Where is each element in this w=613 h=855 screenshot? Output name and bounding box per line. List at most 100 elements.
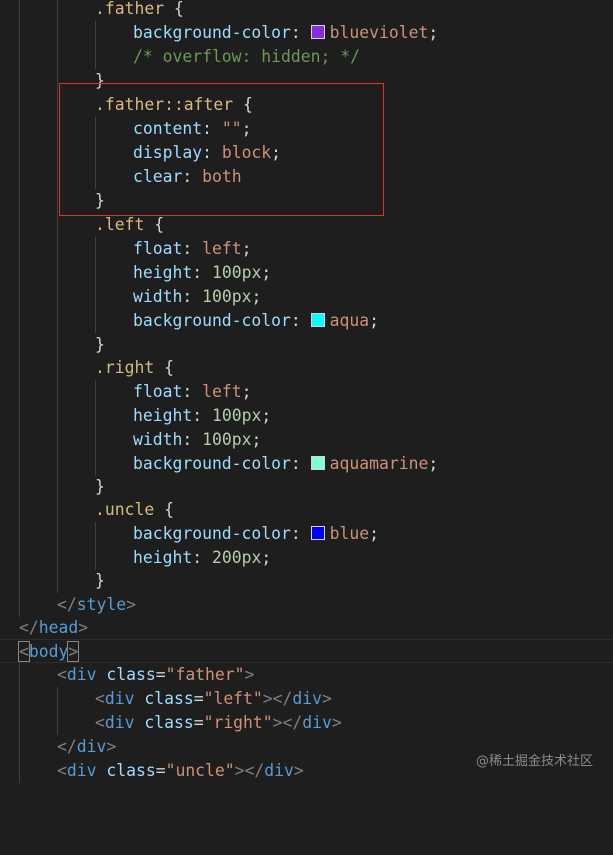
colon: : <box>182 430 203 449</box>
colon: : <box>192 406 212 425</box>
semicolon: ; <box>241 382 252 401</box>
code-line[interactable]: background-color: blue; <box>0 522 613 546</box>
code-line[interactable]: </head> <box>0 616 613 640</box>
code-editor[interactable]: .father { background-color: blueviolet; … <box>0 0 613 788</box>
code-line[interactable]: background-color: aqua; <box>0 309 613 333</box>
brace: { <box>144 215 165 234</box>
indent-guide <box>19 687 20 711</box>
code-line[interactable]: height: 100px; <box>0 404 613 428</box>
code-line[interactable]: .right { <box>0 356 613 380</box>
code-line[interactable]: /* overflow: hidden; */ <box>0 45 613 69</box>
code-line[interactable]: width: 100px; <box>0 285 613 309</box>
indent-guide <box>95 21 96 45</box>
indent-guide <box>19 165 20 189</box>
code-line[interactable]: } <box>0 333 613 357</box>
code-line[interactable]: <div class="right"></div> <box>0 711 613 735</box>
indent-guide <box>57 141 58 165</box>
indent-guide <box>19 759 20 783</box>
indent-guide <box>95 452 96 476</box>
css-value: blue <box>329 524 370 543</box>
indent-guide <box>19 117 20 141</box>
color-swatch-icon[interactable] <box>310 25 325 39</box>
color-swatch-icon[interactable] <box>310 526 325 540</box>
code-line[interactable]: background-color: aquamarine; <box>0 452 613 476</box>
color-swatch-icon[interactable] <box>310 456 325 470</box>
code-line[interactable]: .left { <box>0 213 613 237</box>
code-line[interactable]: width: 100px; <box>0 428 613 452</box>
color-swatch-icon[interactable] <box>310 313 325 327</box>
tag-bracket: </ <box>282 713 303 732</box>
indent-guide <box>19 735 20 759</box>
semicolon: ; <box>428 23 439 42</box>
code-line[interactable]: float: left; <box>0 380 613 404</box>
html-tag: body <box>28 642 69 661</box>
css-number: 100px <box>202 430 252 449</box>
indent-guide <box>57 404 58 428</box>
code-line[interactable]: .uncle { <box>0 498 613 522</box>
indent-guide <box>19 475 20 499</box>
indent-guide <box>95 522 96 546</box>
css-number: 100px <box>211 406 262 425</box>
css-value: left <box>202 382 242 401</box>
css-property: width <box>133 430 183 449</box>
semicolon: ; <box>369 524 379 543</box>
css-value: aqua <box>329 311 370 330</box>
indent-guide <box>19 285 20 309</box>
indent-guide <box>95 309 96 333</box>
indent-guide <box>95 546 96 570</box>
colon: : <box>290 23 311 42</box>
html-attribute: class <box>144 713 194 732</box>
tag-bracket: </ <box>244 761 265 780</box>
tag-bracket: > <box>126 595 136 614</box>
indent-guide <box>57 213 58 237</box>
indent-guide <box>19 711 20 735</box>
tag-bracket: > <box>331 713 342 732</box>
css-property: background-color <box>133 524 291 543</box>
tag-bracket: > <box>293 761 304 780</box>
indent-guide <box>57 93 58 117</box>
indent-guide <box>57 117 58 141</box>
tag-bracket: < <box>57 665 67 684</box>
brace: { <box>164 0 184 18</box>
css-property: height <box>133 406 193 425</box>
code-line[interactable]: background-color: blueviolet; <box>0 21 613 45</box>
indent-guide <box>57 428 58 452</box>
indent-guide <box>95 404 96 428</box>
css-property: width <box>133 287 183 306</box>
indent-guide <box>19 189 20 213</box>
code-line-current[interactable]: <body> <box>0 639 613 663</box>
css-property: background-color <box>133 23 291 42</box>
html-attribute: class <box>106 761 156 780</box>
code-line[interactable]: float: left; <box>0 237 613 261</box>
indent-guide <box>95 45 96 69</box>
brace: } <box>95 571 105 590</box>
code-line[interactable]: height: 200px; <box>0 546 613 570</box>
semicolon: ; <box>241 239 252 258</box>
indent-guide <box>57 189 58 213</box>
code-line[interactable]: <div class="left"></div> <box>0 687 613 711</box>
html-tag: div <box>66 665 97 684</box>
brace: { <box>154 500 174 519</box>
code-line[interactable]: <div class="father"> <box>0 663 613 687</box>
equals: = <box>193 713 204 732</box>
code-line[interactable]: } <box>0 569 613 593</box>
tag-bracket: < <box>95 713 105 732</box>
indent-guide <box>57 309 58 333</box>
css-selector: .uncle <box>95 500 155 519</box>
code-line[interactable]: height: 100px; <box>0 261 613 285</box>
code-line[interactable]: .father { <box>0 0 613 21</box>
tag-bracket: > <box>244 665 255 684</box>
semicolon: ; <box>428 454 439 473</box>
html-tag: div <box>66 761 97 780</box>
indent-guide <box>19 333 20 357</box>
indent-guide <box>19 380 20 404</box>
indent-guide <box>57 45 58 69</box>
css-value: left <box>202 239 242 258</box>
equals: = <box>155 665 166 684</box>
css-property: background-color <box>133 311 291 330</box>
colon: : <box>290 524 311 543</box>
code-line[interactable]: </style> <box>0 593 613 617</box>
code-line[interactable]: } <box>0 475 613 499</box>
